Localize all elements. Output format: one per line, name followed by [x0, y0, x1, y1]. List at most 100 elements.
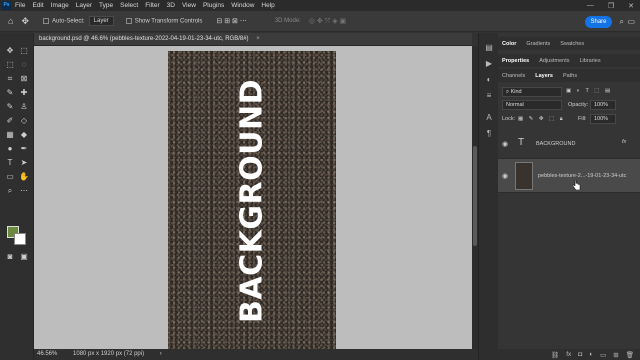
maximize-icon[interactable]: ❐	[608, 2, 614, 10]
opacity-input[interactable]: 100%	[590, 100, 616, 110]
tab-channels[interactable]: Channels	[502, 73, 525, 79]
tab-libraries[interactable]: Libraries	[579, 58, 600, 64]
layer-name[interactable]: BACKGROUND	[536, 141, 575, 147]
status-chevron-icon[interactable]: ›	[160, 351, 162, 357]
brush-tool-icon[interactable]: ✎	[4, 101, 16, 113]
adjust-panel-icon[interactable]: ◐	[484, 75, 494, 85]
layer-row-background-text[interactable]: ◉ T BACKGROUND fx	[498, 129, 640, 159]
collapsed-panels-strip: ▤ ▶ ◐ ≡ A ¶	[478, 33, 498, 360]
lock-label: Lock:	[502, 116, 516, 122]
auto-select-checkbox[interactable]: Auto-Select:	[42, 17, 85, 24]
learn-panel-icon[interactable]: ≡	[484, 91, 494, 101]
history-brush-tool-icon[interactable]: ✐	[4, 115, 16, 127]
menu-window[interactable]: Window	[231, 2, 254, 9]
canvas-text-layer[interactable]: BACKGROUND	[235, 79, 270, 323]
scrollbar-thumb[interactable]	[473, 146, 477, 246]
eyedropper-tool-icon[interactable]: ✎	[4, 87, 16, 99]
minimize-icon[interactable]: —	[587, 2, 594, 9]
move-tool-icon[interactable]: ✥	[4, 45, 16, 57]
menu-select[interactable]: Select	[120, 2, 138, 9]
type-tool-icon[interactable]: T	[4, 157, 16, 169]
menu-layer[interactable]: Layer	[76, 2, 92, 9]
gradient-tool-icon[interactable]: ▦	[4, 129, 16, 141]
document-canvas[interactable]: BACKGROUND	[168, 51, 336, 349]
healing-tool-icon[interactable]: ✚	[18, 87, 30, 99]
pen-tool-icon[interactable]: ✒	[18, 143, 30, 155]
move-tool-icon[interactable]: ✥	[21, 16, 29, 27]
menu-file[interactable]: File	[15, 2, 25, 9]
menu-plugins[interactable]: Plugins	[203, 2, 224, 9]
layer-filter-icons[interactable]: ▣ ◐ T ⬚ ▤	[566, 88, 612, 94]
blend-mode-dropdown[interactable]: Normal	[502, 100, 562, 110]
canvas-area[interactable]: BACKGROUND	[34, 46, 472, 349]
menu-type[interactable]: Type	[99, 2, 113, 9]
fx-icon[interactable]: fx	[566, 351, 571, 358]
lock-icons[interactable]: ▦ ✎ ✥ ⬚ 🔒︎	[518, 116, 565, 123]
screen-mode-icon[interactable]: ▣	[18, 251, 30, 263]
stamp-tool-icon[interactable]: ♙	[18, 101, 30, 113]
adjustment-layer-icon[interactable]: ◐	[589, 351, 593, 358]
more-tools-icon[interactable]: ⋯	[18, 185, 30, 197]
tab-properties[interactable]: Properties	[502, 58, 529, 64]
link-layers-icon[interactable]: ⛓	[551, 351, 559, 359]
visibility-eye-icon[interactable]: ◉	[502, 172, 508, 180]
paragraph-panel-icon[interactable]: ¶	[484, 129, 494, 139]
tab-adjustments[interactable]: Adjustments	[539, 58, 569, 64]
visibility-eye-icon[interactable]: ◉	[502, 140, 508, 148]
layer-filter-dropdown[interactable]: ⌕ Kind	[502, 87, 562, 97]
hand-tool-icon[interactable]: ✋	[18, 171, 30, 183]
quick-mask-icon[interactable]: ◙	[4, 251, 16, 263]
background-color-swatch[interactable]	[14, 233, 26, 245]
delete-layer-icon[interactable]: 🗑︎	[626, 351, 634, 359]
path-select-tool-icon[interactable]: ➤	[18, 157, 30, 169]
menu-view[interactable]: View	[182, 2, 196, 9]
marquee-tool-icon[interactable]: ⬚	[4, 59, 16, 71]
character-panel-icon[interactable]: A	[484, 113, 494, 123]
layer-row-pebbles-texture[interactable]: ◉ pebbles-texture-2...-19-01-23-34-utc	[498, 159, 640, 193]
show-transform-checkbox[interactable]: Show Transform Controls	[125, 17, 203, 25]
tools-panel: ✥ ⬚ ⬚ ◌ ⌗ ⊠ ✎ ✚ ✎ ♙ ✐ ◇ ▦ ◆ ● ✒ T ➤ ▭ ✋ …	[0, 33, 34, 360]
artboard-tool-icon[interactable]: ⬚	[18, 45, 30, 57]
filter-kind-label: Kind	[510, 89, 522, 95]
layer-effects-icon[interactable]: fx	[622, 139, 626, 145]
close-tab-icon[interactable]: ×	[256, 36, 260, 42]
new-layer-icon[interactable]: ⊞	[613, 351, 618, 359]
menu-filter[interactable]: Filter	[145, 2, 159, 9]
tab-layers[interactable]: Layers	[535, 73, 553, 79]
document-tab[interactable]: background.psd @ 46.6% (pebbles-texture-…	[34, 33, 472, 46]
fill-input[interactable]: 100%	[590, 114, 616, 124]
group-icon[interactable]: ▭	[600, 351, 606, 359]
tab-color[interactable]: Color	[502, 41, 516, 47]
workspace-icon[interactable]: ▭	[627, 17, 635, 26]
home-icon[interactable]: ⌂	[8, 16, 13, 26]
eraser-tool-icon[interactable]: ◇	[18, 115, 30, 127]
actions-panel-icon[interactable]: ▶	[484, 59, 494, 69]
history-panel-icon[interactable]: ▤	[484, 43, 494, 53]
align-icons[interactable]: ⊟ ⊞ ⊠ ⋯	[216, 17, 246, 25]
frame-tool-icon[interactable]: ⊠	[18, 73, 30, 85]
search-icon[interactable]: ⌕	[620, 17, 624, 27]
zoom-level[interactable]: 46.56%	[37, 351, 57, 357]
blur-tool-icon[interactable]: ◆	[18, 129, 30, 141]
menu-help[interactable]: Help	[261, 2, 274, 9]
crop-tool-icon[interactable]: ⌗	[4, 73, 16, 85]
dodge-tool-icon[interactable]: ●	[4, 143, 16, 155]
show-transform-label: Show Transform Controls	[134, 18, 203, 25]
shape-tool-icon[interactable]: ▭	[4, 171, 16, 183]
zoom-tool-icon[interactable]: ⌕	[4, 185, 16, 197]
tab-paths[interactable]: Paths	[563, 73, 577, 79]
layer-name[interactable]: pebbles-texture-2...-19-01-23-34-utc	[538, 173, 626, 179]
right-panels: Color Gradients Swatches Properties Adju…	[498, 33, 640, 360]
menu-image[interactable]: Image	[51, 2, 69, 9]
menu-3d[interactable]: 3D	[167, 2, 175, 9]
3d-mode-icons[interactable]: ◎ ✥ ⤧ ◈ ▣	[309, 17, 346, 26]
layer-mask-icon[interactable]: ◘	[578, 351, 582, 358]
lasso-tool-icon[interactable]: ◌	[18, 59, 30, 71]
menu-edit[interactable]: Edit	[32, 2, 43, 9]
opacity-label: Opacity:	[568, 102, 589, 108]
share-button[interactable]: Share	[585, 16, 612, 28]
auto-select-target-dropdown[interactable]: Layer	[88, 16, 114, 26]
tab-swatches[interactable]: Swatches	[560, 41, 584, 47]
close-icon[interactable]: ✕	[628, 2, 634, 10]
tab-gradients[interactable]: Gradients	[526, 41, 550, 47]
